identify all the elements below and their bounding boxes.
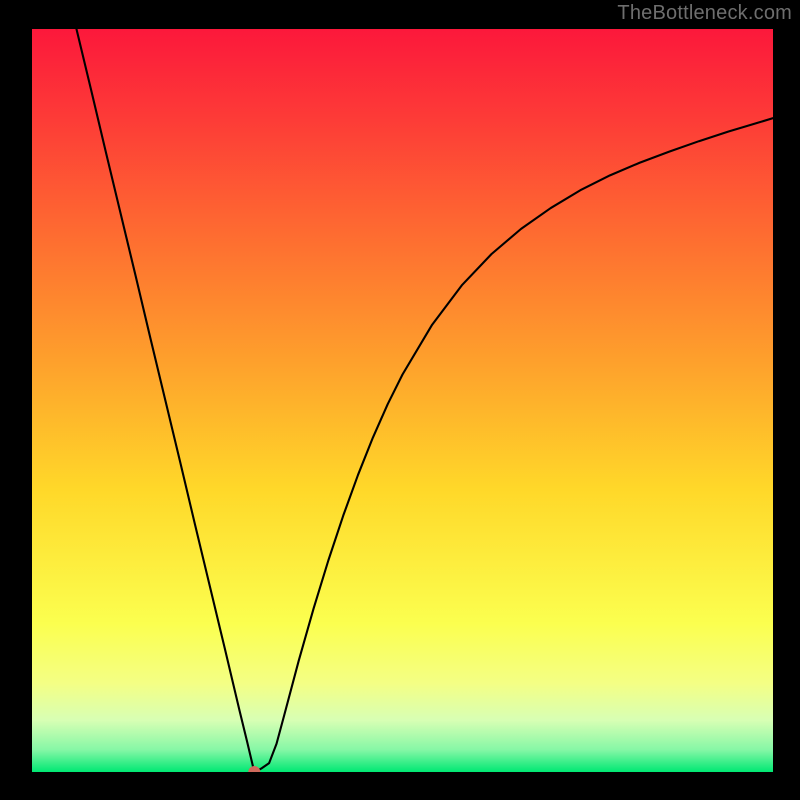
watermark-text: TheBottleneck.com [617,2,792,25]
bottleneck-chart [32,29,773,772]
gradient-background [32,29,773,772]
chart-frame: TheBottleneck.com [0,0,800,800]
